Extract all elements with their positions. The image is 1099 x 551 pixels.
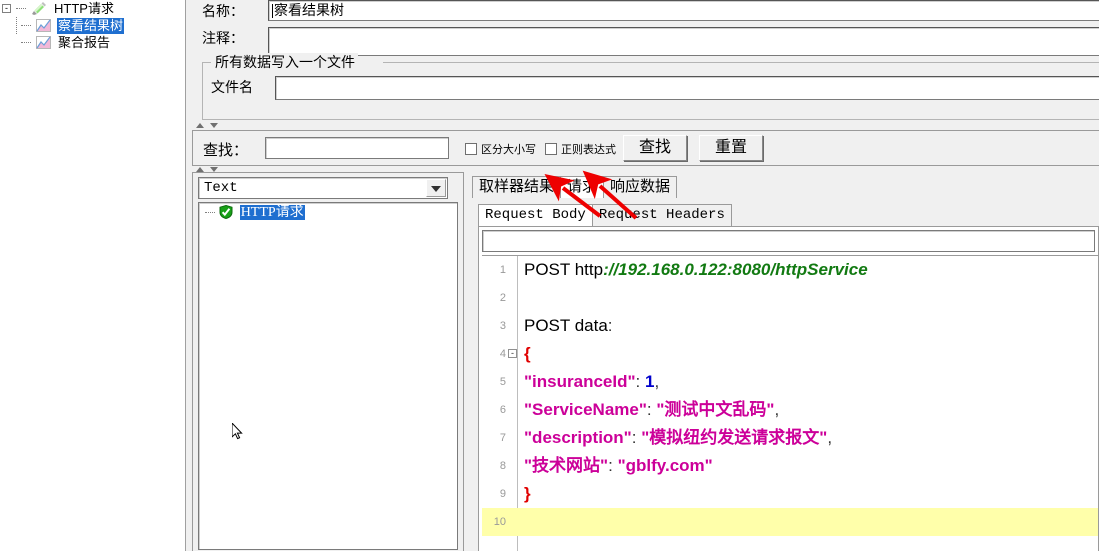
name-row: 名称： 察看结果树 xyxy=(192,0,1099,22)
split-collapse-down-icon[interactable] xyxy=(210,123,218,128)
tab-response-data[interactable]: 响应数据 xyxy=(603,176,678,198)
code-line: 5 "insuranceId": 1, xyxy=(482,368,1098,396)
tree-node-aggregate-report[interactable]: 聚合报告 xyxy=(0,34,185,51)
jmeter-window: - HTTP请求 察看结果树 聚合报告 名称： 察看结果树 注释： 所有数据写入… xyxy=(0,0,1099,551)
code-line: 4-{ xyxy=(482,340,1098,368)
code-line-text: "技术网站": "gblfy.com" xyxy=(524,456,713,475)
results-split-pane: Text HTTP请求 取样器结果 请求 响应数据 Request Body R… xyxy=(192,172,1099,551)
regex-checkbox[interactable]: 正则表达式 xyxy=(545,141,616,157)
request-detail-pane: 取样器结果 请求 响应数据 Request Body Request Heade… xyxy=(468,172,1099,551)
code-line-number: 4 xyxy=(499,348,506,360)
name-label: 名称： xyxy=(202,3,244,19)
code-line-number: 3 xyxy=(499,320,506,332)
chart-icon xyxy=(35,36,51,50)
chart-icon xyxy=(35,19,51,33)
comment-label: 注释： xyxy=(202,30,244,46)
request-body-container: 1 POST http://192.168.0.122:8080/httpServ… xyxy=(478,226,1099,551)
code-line: 2 xyxy=(482,284,1098,312)
groupbox-border-right xyxy=(383,62,1099,63)
sampler-result-label: HTTP请求 xyxy=(239,205,305,220)
chevron-down-icon[interactable] xyxy=(426,179,446,197)
tree-node-label-aggregate-report: 聚合报告 xyxy=(58,34,111,50)
code-line-text: POST http://192.168.0.122:8080/httpServi… xyxy=(524,260,868,279)
checkbox-box-icon[interactable] xyxy=(465,143,477,155)
code-line-text: } xyxy=(524,484,531,503)
filename-label: 文件名 xyxy=(211,79,253,95)
code-line-number: 9 xyxy=(499,488,506,500)
code-line-number: 5 xyxy=(499,376,506,388)
subtab-request-body[interactable]: Request Body xyxy=(478,204,593,226)
code-line-text: "insuranceId": 1, xyxy=(524,372,660,391)
tab-request[interactable]: 请求 xyxy=(560,176,605,198)
code-line-text: "ServiceName": "测试中文乱码", xyxy=(524,400,780,419)
code-line-text: { xyxy=(524,344,531,363)
checkbox-box-icon[interactable] xyxy=(545,143,557,155)
request-code-viewer[interactable]: 1 POST http://192.168.0.122:8080/httpServ… xyxy=(482,255,1098,551)
name-input-value: 察看结果树 xyxy=(274,2,344,18)
pen-icon xyxy=(31,2,47,16)
code-line-number: 7 xyxy=(499,432,506,444)
code-line-text: POST data: xyxy=(524,316,613,335)
code-line-number: 6 xyxy=(499,404,506,416)
code-lines: 1 POST http://192.168.0.122:8080/httpServ… xyxy=(482,256,1098,536)
tree-vertical-connector xyxy=(16,17,17,34)
listener-config-form: 名称： 察看结果树 注释： 所有数据写入一个文件 文件名 xyxy=(192,0,1099,122)
code-line-number: 10 xyxy=(493,516,506,528)
sampler-result-item[interactable]: HTTP请求 xyxy=(199,203,457,221)
subtab-request-headers[interactable]: Request Headers xyxy=(591,204,732,226)
comment-row: 注释： xyxy=(192,27,1099,56)
tab-sampler-result[interactable]: 取样器结果 xyxy=(472,176,562,198)
search-label: 查找： xyxy=(203,142,249,159)
reset-button[interactable]: 重置 xyxy=(699,135,763,161)
split-collapse-up-icon[interactable] xyxy=(196,123,204,128)
code-line: 3 POST data: xyxy=(482,312,1098,340)
filename-input[interactable] xyxy=(275,76,1099,100)
code-line: 6 "ServiceName": "测试中文乱码", xyxy=(482,396,1098,424)
detail-tabs: 取样器结果 请求 响应数据 xyxy=(472,176,1099,198)
results-list-pane: Text HTTP请求 xyxy=(192,172,464,551)
render-format-combobox[interactable]: Text xyxy=(198,177,448,199)
code-line: 1 POST http://192.168.0.122:8080/httpServ… xyxy=(482,256,1098,284)
tree-connector-line xyxy=(16,8,27,10)
regex-label: 正则表达式 xyxy=(561,144,616,156)
code-line-number: 8 xyxy=(499,460,506,472)
mouse-cursor-icon xyxy=(231,421,244,441)
tree-node-label-http-request: HTTP请求 xyxy=(54,0,114,16)
request-subtabs: Request Body Request Headers xyxy=(478,204,1099,226)
code-fold-toggle-icon[interactable]: - xyxy=(508,349,517,358)
tree-connector-line xyxy=(21,25,32,27)
tree-expander-icon[interactable]: - xyxy=(2,4,11,14)
main-content-area: 名称： 察看结果树 注释： 所有数据写入一个文件 文件名 查找： 区分大小写 正… xyxy=(186,0,1099,551)
case-sensitive-label: 区分大小写 xyxy=(481,144,536,156)
code-line: 7 "description": "模拟纽约发送请求报文", xyxy=(482,424,1098,452)
comment-input[interactable] xyxy=(268,27,1099,56)
search-input[interactable] xyxy=(265,137,449,159)
sampler-results-tree[interactable]: HTTP请求 xyxy=(198,202,458,550)
request-find-input[interactable] xyxy=(482,230,1095,252)
tree-node-view-results-tree[interactable]: 察看结果树 xyxy=(0,17,185,34)
find-button[interactable]: 查找 xyxy=(623,135,687,161)
groupbox-legend: 所有数据写入一个文件 xyxy=(212,53,358,71)
code-line: 10 xyxy=(482,508,1098,536)
write-all-data-groupbox: 所有数据写入一个文件 文件名 xyxy=(202,53,1099,120)
test-plan-tree-panel[interactable]: - HTTP请求 察看结果树 聚合报告 xyxy=(0,0,186,551)
case-sensitive-checkbox[interactable]: 区分大小写 xyxy=(465,141,536,157)
groupbox-border-left xyxy=(203,62,211,63)
tree-connector-line xyxy=(205,212,215,214)
name-input[interactable]: 察看结果树 xyxy=(268,0,1099,21)
code-line-text: "description": "模拟纽约发送请求报文", xyxy=(524,428,833,447)
tree-node-label-view-results-tree: 察看结果树 xyxy=(57,17,125,34)
code-line-number: 2 xyxy=(499,292,506,304)
code-line-number: 1 xyxy=(499,264,506,276)
split-divider-top[interactable] xyxy=(192,122,232,130)
code-line: 9} xyxy=(482,480,1098,508)
tree-connector-line xyxy=(21,42,32,44)
search-bar: 查找： 区分大小写 正则表达式 查找 重置 xyxy=(192,130,1099,166)
render-format-value: Text xyxy=(204,180,238,196)
green-shield-check-icon xyxy=(219,204,233,220)
code-line: 8 "技术网站": "gblfy.com" xyxy=(482,452,1098,480)
tree-node-http-request[interactable]: - HTTP请求 xyxy=(0,0,185,17)
